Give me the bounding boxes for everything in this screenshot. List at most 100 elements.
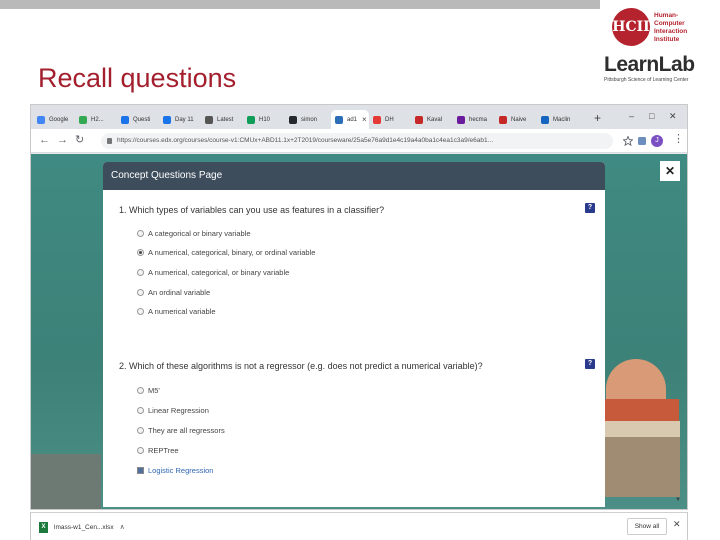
address-text: https://courses.edx.org/courses/course-v… <box>117 137 494 144</box>
browser-tab[interactable]: Kaval <box>415 110 453 129</box>
browser-tab[interactable]: H2... <box>79 110 117 129</box>
q2-option-4[interactable]: REPTree <box>137 446 179 455</box>
hcii-text: Human- Computer Interaction Institute <box>654 12 688 43</box>
back-button[interactable]: ← <box>39 134 50 146</box>
download-item[interactable]: X lmass-w1_Cen...xlsx ∧ <box>39 519 125 535</box>
concept-questions-modal: Concept Questions Page 1. Which types of… <box>103 162 605 507</box>
tab-favicon-icon <box>335 115 343 124</box>
minimize-button[interactable]: – <box>629 111 634 121</box>
browser-tab[interactable]: H10 <box>247 110 285 129</box>
forward-button[interactable]: → <box>57 134 68 146</box>
tab-label: ad1 <box>347 116 358 123</box>
browser-menu-icon[interactable]: ⋮ <box>673 133 684 145</box>
radio-button[interactable] <box>137 269 144 276</box>
q2-option-1[interactable]: M5' <box>137 386 160 395</box>
modal-title: Concept Questions Page <box>103 162 605 190</box>
tab-label: Google <box>49 116 69 123</box>
tab-favicon-icon <box>205 115 213 124</box>
tab-favicon-icon <box>457 115 465 124</box>
q2-option-2[interactable]: Linear Regression <box>137 406 209 415</box>
radio-button-selected[interactable] <box>137 249 144 256</box>
tab-label: DH <box>385 116 394 123</box>
tab-favicon-icon <box>37 115 45 124</box>
learnlab-tagline: Pittsburgh Science of Learning Center <box>604 77 689 83</box>
tab-favicon-icon <box>541 115 549 124</box>
q1-option-4[interactable]: An ordinal variable <box>137 288 210 297</box>
radio-button[interactable] <box>137 289 144 296</box>
q1-option-1[interactable]: A categorical or binary variable <box>137 229 251 238</box>
tab-label: H10 <box>259 116 271 123</box>
profile-avatar[interactable]: J <box>651 135 663 147</box>
tab-label: Questi <box>133 116 151 123</box>
learnlab-logo: LearnLab Pittsburgh Science of Learning … <box>604 54 716 88</box>
hcii-logo: HCII Human- Computer Interaction Institu… <box>612 8 720 52</box>
radio-button[interactable] <box>137 407 144 414</box>
browser-tab[interactable]: simon <box>289 110 327 129</box>
tab-favicon-icon <box>121 115 129 124</box>
browser-tab[interactable]: Google <box>37 110 75 129</box>
reload-button[interactable]: ↻ <box>75 134 84 146</box>
help-icon[interactable]: ? <box>585 359 595 369</box>
radio-button[interactable] <box>137 230 144 237</box>
slide-top-bar <box>0 0 600 9</box>
browser-tab[interactable]: hecma <box>457 110 495 129</box>
tab-favicon-icon <box>373 115 381 124</box>
learnlab-name: LearnLab <box>604 53 695 76</box>
tab-label: Naive <box>511 116 527 123</box>
new-tab-button[interactable]: + <box>594 112 601 124</box>
option-selected-marker[interactable] <box>137 467 144 474</box>
tab-label: Latest <box>217 116 234 123</box>
browser-tab[interactable]: Naive <box>499 110 537 129</box>
q1-option-2[interactable]: A numerical, categorical, binary, or ord… <box>137 248 315 257</box>
tab-favicon-icon <box>289 115 297 124</box>
show-all-button[interactable]: Show all <box>627 518 667 535</box>
window-close-button[interactable]: ✕ <box>669 111 677 122</box>
browser-toolbar: ← → ↻ https://courses.edx.org/courses/co… <box>31 129 687 153</box>
tab-strip: + – □ ✕ Google H2... Questi Day 11 Latest H10… <box>31 105 687 129</box>
tab-label: Kaval <box>427 116 443 123</box>
browser-tab[interactable]: Maclin <box>541 110 579 129</box>
radio-button[interactable] <box>137 447 144 454</box>
question-2: 2. Which of these algorithms is not a re… <box>119 361 483 371</box>
chevron-up-icon[interactable]: ∧ <box>120 523 125 531</box>
help-icon[interactable]: ? <box>585 203 595 213</box>
radio-button[interactable] <box>137 427 144 434</box>
browser-tab[interactable]: Day 11 <box>163 110 201 129</box>
q1-option-3[interactable]: A numerical, categorical, or binary vari… <box>137 268 289 277</box>
lock-icon <box>107 138 112 144</box>
browser-window: + – □ ✕ Google H2... Questi Day 11 Latest H10… <box>30 104 688 510</box>
tab-label: Day 11 <box>175 116 194 123</box>
q2-option-5[interactable]: Logistic Regression <box>137 466 213 475</box>
tab-close-icon[interactable]: × <box>362 115 367 124</box>
tab-label: H2... <box>91 116 104 123</box>
address-bar[interactable]: https://courses.edx.org/courses/course-v… <box>101 133 613 149</box>
tab-favicon-icon <box>499 115 507 124</box>
tab-label: Maclin <box>553 116 571 123</box>
download-bar-close-icon[interactable]: ✕ <box>673 519 681 530</box>
background-books <box>598 359 681 509</box>
radio-button[interactable] <box>137 387 144 394</box>
slide-title: Recall questions <box>38 63 237 93</box>
tab-label: simon <box>301 116 318 123</box>
close-overlay-button[interactable]: ✕ <box>660 161 680 181</box>
browser-tab[interactable]: ad1 × <box>331 110 369 129</box>
question-1: 1. Which types of variables can you use … <box>119 205 385 215</box>
radio-button[interactable] <box>137 308 144 315</box>
download-bar: X lmass-w1_Cen...xlsx ∧ Show all ✕ <box>30 512 688 540</box>
download-filename: lmass-w1_Cen...xlsx <box>54 523 114 531</box>
tab-favicon-icon <box>415 115 423 124</box>
scroll-down-arrow[interactable]: ▼ <box>675 497 681 503</box>
star-icon[interactable] <box>623 136 633 146</box>
browser-tab[interactable]: Latest <box>205 110 243 129</box>
browser-tab[interactable]: Questi <box>121 110 159 129</box>
q1-option-5[interactable]: A numerical variable <box>137 307 216 316</box>
q2-option-3[interactable]: They are all regressors <box>137 426 225 435</box>
maximize-button[interactable]: □ <box>649 111 654 121</box>
page-viewport: ✕ Concept Questions Page 1. Which types … <box>31 154 687 509</box>
excel-file-icon: X <box>39 521 48 533</box>
browser-tab[interactable]: DH <box>373 110 411 129</box>
tab-favicon-icon <box>79 115 87 124</box>
extension-icon[interactable] <box>637 136 647 146</box>
hcii-monogram: HCII <box>612 8 650 46</box>
tab-label: hecma <box>469 116 488 123</box>
